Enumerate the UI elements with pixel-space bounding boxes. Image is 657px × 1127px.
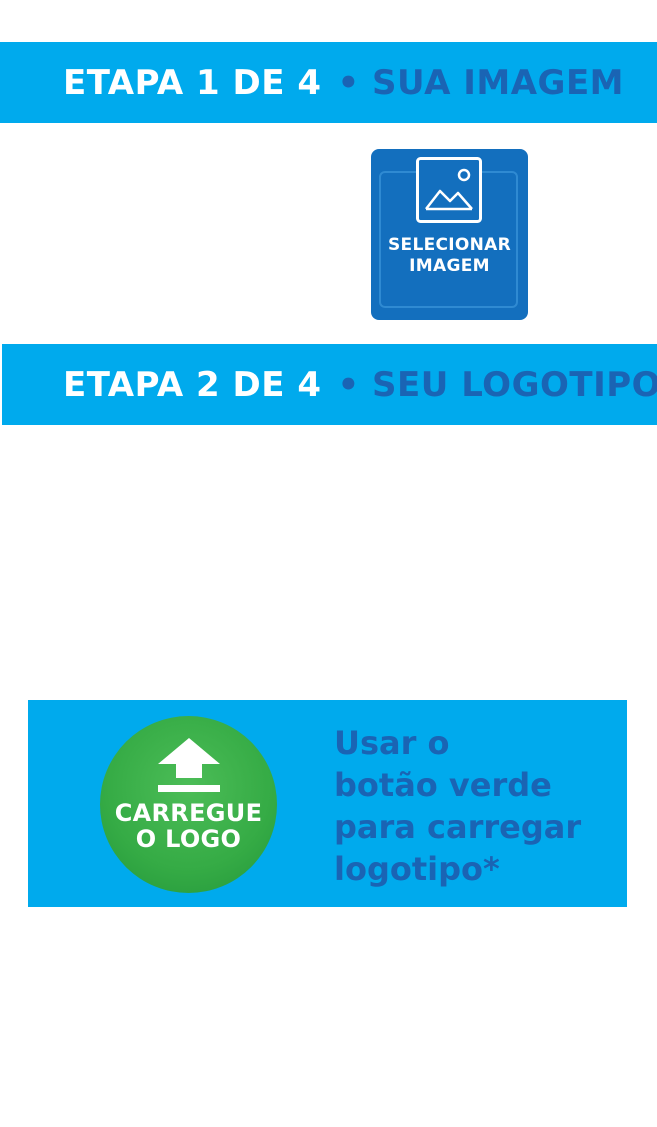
- instruction-line: botão verde: [334, 766, 552, 804]
- instruction-line: para carregar: [334, 808, 582, 846]
- step-1-count: ETAPA 1 DE 4: [63, 62, 322, 103]
- select-image-label-line2: IMAGEM: [409, 256, 490, 276]
- logo-instruction-text: Usar o botão verde para carregar logotip…: [334, 722, 624, 890]
- step-1-title: • SUA IMAGEM: [337, 62, 625, 103]
- upload-logo-label: CARREGUE O LOGO: [100, 800, 277, 852]
- step-1-banner: ETAPA 1 DE 4 • SUA IMAGEM: [0, 42, 657, 123]
- step-2-title: • SEU LOGOTIPO: [337, 364, 657, 405]
- upload-logo-label-line1: CARREGUE: [114, 799, 263, 827]
- select-image-label: SELECIONAR IMAGEM: [371, 235, 528, 277]
- step-2-count: ETAPA 2 DE 4: [63, 364, 322, 405]
- instruction-line: Usar o: [334, 724, 450, 762]
- upload-arrow-icon: [158, 738, 220, 792]
- image-icon: [416, 157, 482, 223]
- step-2-banner: ETAPA 2 DE 4 • SEU LOGOTIPO: [2, 344, 657, 425]
- select-image-label-line1: SELECIONAR: [387, 235, 512, 255]
- logo-upload-panel: CARREGUE O LOGO Usar o botão verde para …: [28, 700, 627, 907]
- instruction-line: logotipo*: [334, 850, 500, 888]
- upload-logo-button[interactable]: CARREGUE O LOGO: [100, 716, 277, 893]
- upload-logo-label-line2: O LOGO: [135, 825, 242, 853]
- select-image-button[interactable]: SELECIONAR IMAGEM: [371, 149, 528, 320]
